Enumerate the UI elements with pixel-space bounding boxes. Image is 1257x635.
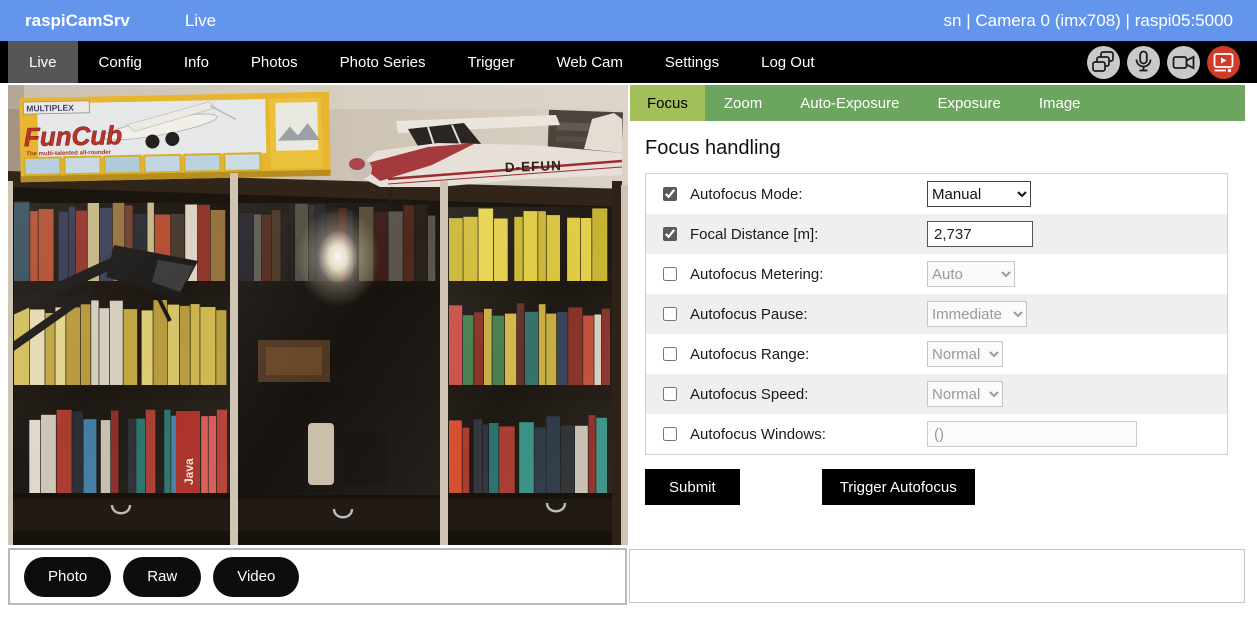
autofocus-pause-label: Autofocus Pause:	[690, 306, 927, 323]
autofocus-metering-checkbox[interactable]	[663, 267, 677, 281]
form-buttons: Submit Trigger Autofocus	[645, 469, 1245, 505]
tab-focus[interactable]: Focus	[630, 85, 705, 121]
row-autofocus-windows: Autofocus Windows:	[646, 414, 1227, 454]
video-camera-icon[interactable]	[1167, 46, 1200, 79]
autofocus-windows-input[interactable]	[927, 421, 1137, 447]
nav-item-photos[interactable]: Photos	[230, 41, 319, 83]
nav-icon-group	[1087, 41, 1240, 83]
autofocus-mode-checkbox[interactable]	[663, 187, 677, 201]
nav-item-web-cam[interactable]: Web Cam	[535, 41, 643, 83]
message-area	[629, 549, 1245, 603]
tab-zoom[interactable]: Zoom	[705, 85, 781, 121]
copies-icon[interactable]	[1087, 46, 1120, 79]
autofocus-range-select[interactable]: Normal	[927, 341, 1003, 367]
main-nav: Live Config Info Photos Photo Series Tri…	[0, 41, 1257, 83]
tab-image[interactable]: Image	[1020, 85, 1100, 121]
nav-item-settings[interactable]: Settings	[644, 41, 740, 83]
autofocus-range-checkbox[interactable]	[663, 347, 677, 361]
trigger-autofocus-button[interactable]: Trigger Autofocus	[822, 469, 975, 505]
page-title: Live	[185, 11, 216, 31]
raspicamsrv-app: raspiCamSrv Live sn | Camera 0 (imx708) …	[0, 0, 1257, 635]
row-autofocus-speed: Autofocus Speed: Normal	[646, 374, 1227, 414]
submit-button[interactable]: Submit	[645, 469, 740, 505]
app-brand[interactable]: raspiCamSrv	[25, 11, 130, 31]
nav-item-live[interactable]: Live	[8, 41, 78, 83]
autofocus-speed-label: Autofocus Speed:	[690, 386, 927, 403]
focal-distance-checkbox[interactable]	[663, 227, 677, 241]
camera-preview-image: MULTIPLEX FunCub The multi-talented all-…	[8, 85, 628, 545]
autofocus-metering-label: Autofocus Metering:	[690, 266, 927, 283]
raw-button[interactable]: Raw	[123, 557, 201, 597]
autofocus-speed-select[interactable]: Normal	[927, 381, 1003, 407]
autofocus-range-label: Autofocus Range:	[690, 346, 927, 363]
camera-status: sn | Camera 0 (imx708) | raspi05:5000	[944, 11, 1233, 31]
autofocus-pause-select[interactable]: Immediate	[927, 301, 1027, 327]
video-button[interactable]: Video	[213, 557, 299, 597]
camera-control-panel: Focus Zoom Auto-Exposure Exposure Image …	[630, 85, 1245, 505]
focal-distance-input[interactable]	[927, 221, 1033, 247]
photo-button[interactable]: Photo	[24, 557, 111, 597]
microphone-icon[interactable]	[1127, 46, 1160, 79]
row-autofocus-mode: Autofocus Mode: Manual	[646, 174, 1227, 214]
autofocus-windows-checkbox[interactable]	[663, 427, 677, 441]
stream-icon[interactable]	[1207, 46, 1240, 79]
nav-item-info[interactable]: Info	[163, 41, 230, 83]
capture-actions-box: Photo Raw Video	[8, 548, 627, 605]
nav-item-photo-series[interactable]: Photo Series	[319, 41, 447, 83]
row-autofocus-pause: Autofocus Pause: Immediate	[646, 294, 1227, 334]
autofocus-windows-label: Autofocus Windows:	[690, 426, 927, 443]
autofocus-pause-checkbox[interactable]	[663, 307, 677, 321]
row-focal-distance: Focal Distance [m]:	[646, 214, 1227, 254]
top-header: raspiCamSrv Live sn | Camera 0 (imx708) …	[0, 0, 1257, 41]
autofocus-mode-select[interactable]: Manual	[927, 181, 1031, 207]
autofocus-speed-checkbox[interactable]	[663, 387, 677, 401]
focus-form-table: Autofocus Mode: Manual Focal Distance [m…	[645, 173, 1228, 455]
control-tabs: Focus Zoom Auto-Exposure Exposure Image	[630, 85, 1245, 121]
autofocus-mode-label: Autofocus Mode:	[690, 186, 927, 203]
nav-item-log-out[interactable]: Log Out	[740, 41, 835, 83]
tab-exposure[interactable]: Exposure	[918, 85, 1019, 121]
autofocus-metering-select[interactable]: Auto	[927, 261, 1015, 287]
nav-item-config[interactable]: Config	[78, 41, 163, 83]
row-autofocus-metering: Autofocus Metering: Auto	[646, 254, 1227, 294]
row-autofocus-range: Autofocus Range: Normal	[646, 334, 1227, 374]
focal-distance-label: Focal Distance [m]:	[690, 226, 927, 243]
nav-item-trigger[interactable]: Trigger	[447, 41, 536, 83]
panel-title: Focus handling	[645, 137, 1245, 160]
tab-auto-exposure[interactable]: Auto-Exposure	[781, 85, 918, 121]
